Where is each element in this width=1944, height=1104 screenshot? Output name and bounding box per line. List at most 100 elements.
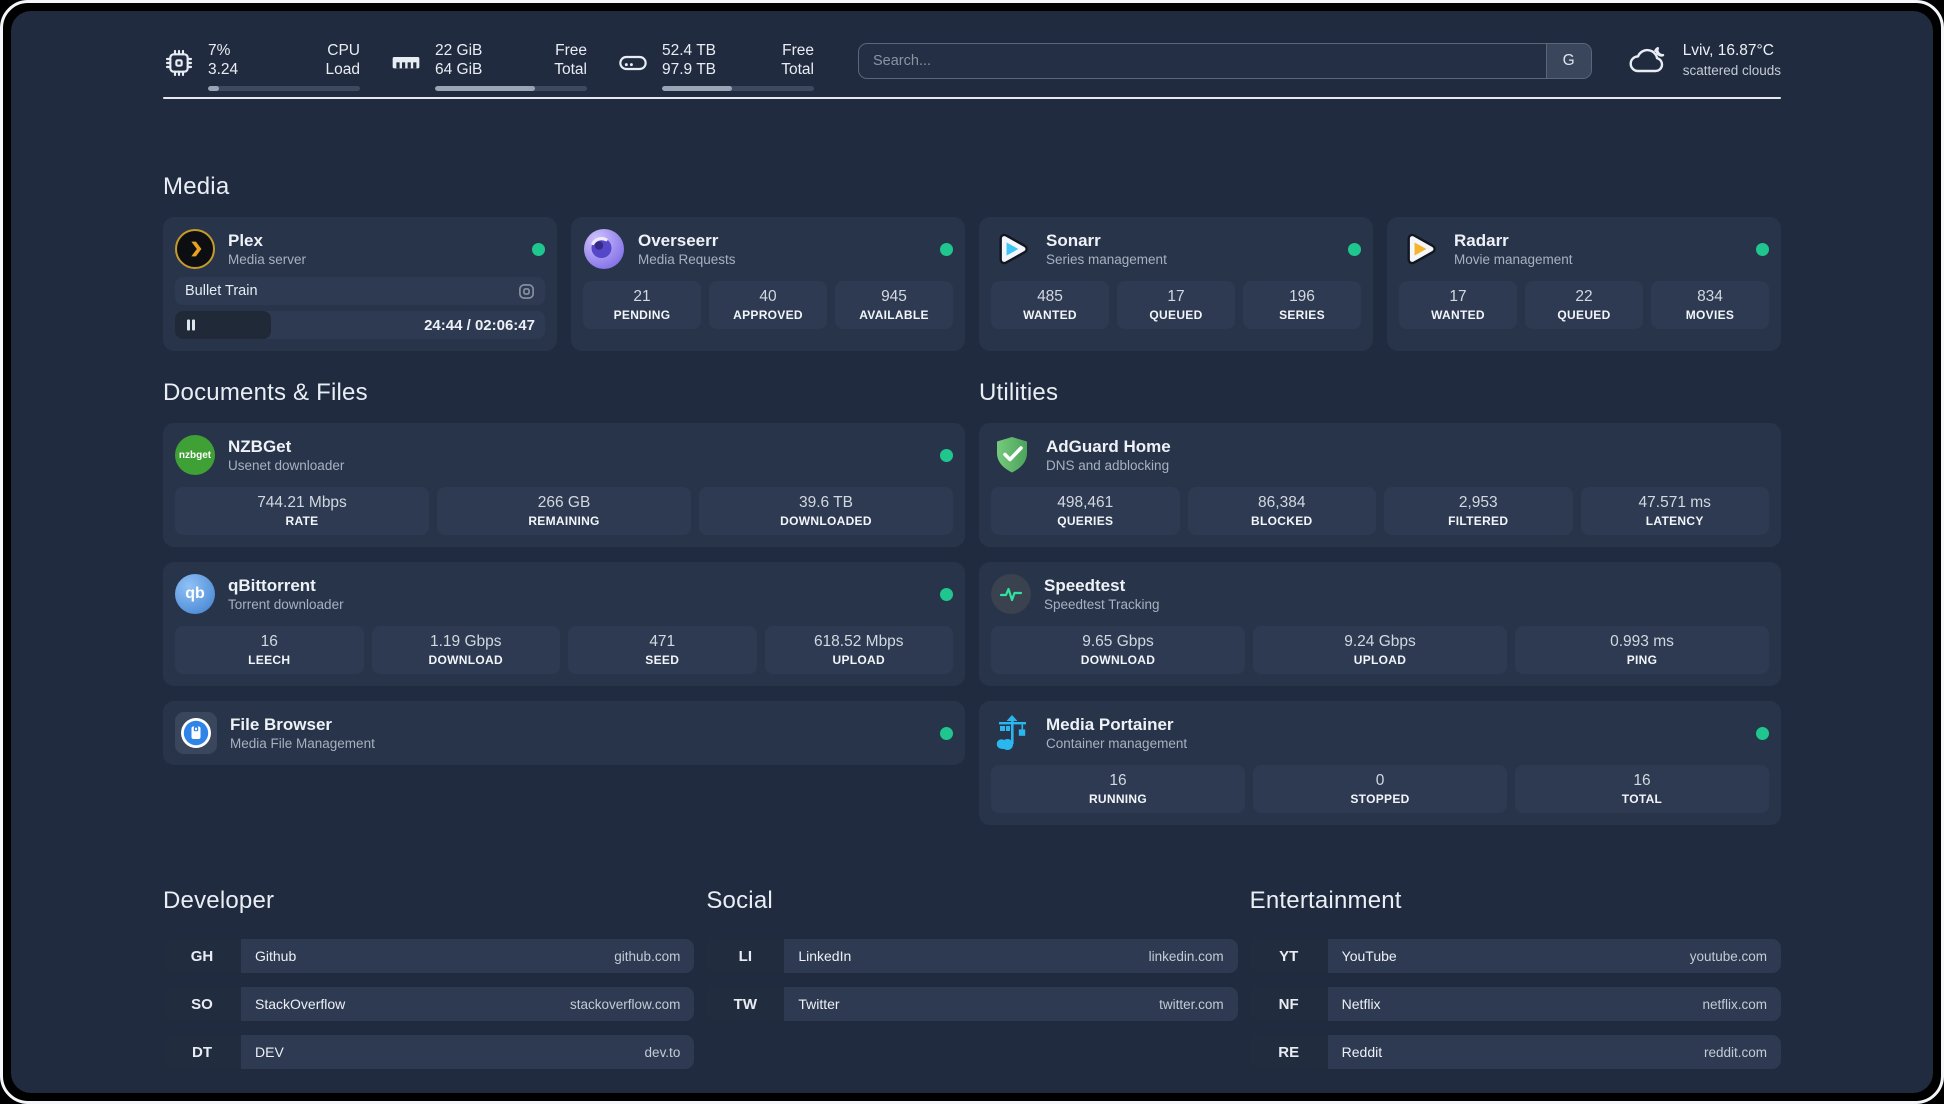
qbittorrent-icon-text: qb <box>185 585 205 602</box>
adguard-card[interactable]: AdGuard Home DNS and adblocking 498,461 … <box>979 423 1781 547</box>
bookmark-domain: github.com <box>614 948 681 964</box>
disk-labels: Free Total <box>781 41 814 80</box>
stat-tile: 0.993 ms PING <box>1515 626 1769 674</box>
memory-total-value: 64 GiB <box>435 61 483 79</box>
stat-tile: 86,384 BLOCKED <box>1187 487 1376 535</box>
stat-value: 16 <box>1633 772 1651 789</box>
stat-tile: 2,953 FILTERED <box>1384 487 1573 535</box>
plex-player-bar[interactable]: 24:44 / 02:06:47 <box>175 311 545 339</box>
stat-label: APPROVED <box>733 308 803 322</box>
app-desc: Media server <box>228 251 307 267</box>
stat-label: AVAILABLE <box>859 308 929 322</box>
stat-tile: 9.65 Gbps DOWNLOAD <box>991 626 1245 674</box>
plex-card[interactable]: Plex Media server Bullet Train 24:44 / 0… <box>163 217 557 351</box>
bookmark-name: YouTube <box>1341 948 1397 964</box>
section-title-utilities: Utilities <box>979 379 1059 406</box>
top-bar: 7% 3.24 CPU Load 22 GiB 64 GiB Free Tota… <box>163 11 1781 97</box>
portainer-card[interactable]: Media Portainer Container management 16 … <box>979 701 1781 825</box>
weather-condition: scattered clouds <box>1682 62 1781 78</box>
app-title: Radarr <box>1454 230 1509 250</box>
google-search-button[interactable]: G <box>1545 44 1591 78</box>
memory-values: 22 GiB 64 GiB <box>435 41 482 80</box>
now-playing-title: Bullet Train <box>185 283 258 299</box>
memory-total-label: Total <box>554 61 587 79</box>
bookmark-dev[interactable]: DT DEV dev.to <box>163 1035 695 1069</box>
disk-progress-fill <box>662 85 732 91</box>
nzbget-card[interactable]: nzbget NZBGet Usenet downloader 744.21 M… <box>163 423 965 547</box>
pause-icon[interactable] <box>185 319 197 331</box>
bookmark-domain: stackoverflow.com <box>570 996 681 1012</box>
search-bar: G <box>858 43 1592 79</box>
cpu-labels: CPU Load <box>326 41 360 80</box>
stat-tile: 498,461 QUERIES <box>991 487 1180 535</box>
overseerr-card[interactable]: Overseerr Media Requests 21 PENDING 40 A… <box>571 217 965 351</box>
overseerr-icon <box>583 228 625 270</box>
stat-value: 22 <box>1575 288 1593 305</box>
speedtest-card[interactable]: Speedtest Speedtest Tracking 9.65 Gbps D… <box>979 562 1781 686</box>
stat-value: 9.65 Gbps <box>1082 633 1154 650</box>
bookmark-name: DEV <box>255 1044 284 1060</box>
stat-tile: 17 WANTED <box>1399 281 1517 329</box>
status-dot <box>940 726 953 740</box>
bookmark-domain: dev.to <box>644 1044 681 1060</box>
stat-label: SERIES <box>1279 308 1325 322</box>
bookmarks-entertainment: Entertainment YT YouTube youtube.com NF … <box>1249 887 1781 1069</box>
weather-location-temp: Lviv, 16.87°C <box>1682 42 1774 59</box>
media-grid: Plex Media server Bullet Train 24:44 / 0… <box>163 217 1781 351</box>
stat-label: MOVIES <box>1685 308 1735 322</box>
memory-widget: 22 GiB 64 GiB Free Total <box>390 41 587 91</box>
stat-label: QUERIES <box>1057 514 1114 528</box>
app-title: File Browser <box>230 714 333 734</box>
bookmark-abbr: RE <box>1249 1035 1328 1069</box>
nzbget-icon: nzbget <box>175 435 215 475</box>
stat-tile: 40 APPROVED <box>709 281 827 329</box>
bookmark-stackoverflow[interactable]: SO StackOverflow stackoverflow.com <box>163 987 695 1021</box>
qbittorrent-card[interactable]: qb qBittorrent Torrent downloader 16 LEE… <box>163 562 965 686</box>
stat-value: 40 <box>759 288 777 305</box>
utilities-column: Utilities AdGuard Home DNS and adblockin… <box>979 379 1781 825</box>
cpu-usage-value: 7% <box>208 42 231 59</box>
stat-value: 39.6 TB <box>798 494 853 511</box>
sonarr-card[interactable]: Sonarr Series management 485 WANTED 17 Q… <box>979 217 1373 351</box>
bookmark-linkedin[interactable]: LI LinkedIn linkedin.com <box>706 939 1238 973</box>
status-dot <box>940 587 953 601</box>
stat-tile: 47.571 ms LATENCY <box>1580 487 1769 535</box>
filebrowser-card[interactable]: File Browser Media File Management <box>163 701 965 765</box>
app-desc: DNS and adblocking <box>1046 457 1170 473</box>
stat-value: 17 <box>1167 288 1185 305</box>
bookmark-name: LinkedIn <box>798 948 852 964</box>
documents-column: Documents & Files nzbget NZBGet Usenet d… <box>163 379 965 765</box>
bookmark-abbr: YT <box>1249 939 1328 973</box>
radarr-card[interactable]: Radarr Movie management 17 WANTED 22 QUE… <box>1387 217 1781 351</box>
cpu-label: CPU <box>327 42 360 59</box>
bookmark-twitter[interactable]: TW Twitter twitter.com <box>706 987 1238 1021</box>
stat-label: SEED <box>645 653 680 667</box>
app-desc: Torrent downloader <box>228 596 344 612</box>
stat-value: 16 <box>1109 772 1127 789</box>
status-dot <box>1756 726 1769 740</box>
bookmark-name: Reddit <box>1341 1044 1383 1060</box>
stat-tile: 9.24 Gbps UPLOAD <box>1253 626 1507 674</box>
stat-value: 0 <box>1375 772 1385 789</box>
disk-values: 52.4 TB 97.9 TB <box>662 41 716 80</box>
bookmark-reddit[interactable]: RE Reddit reddit.com <box>1249 1035 1781 1069</box>
stat-label: RATE <box>285 514 319 528</box>
cpu-progress-track <box>208 85 360 91</box>
stat-value: 9.24 Gbps <box>1344 633 1416 650</box>
disk-icon <box>619 55 647 71</box>
memory-progress-fill <box>435 85 536 91</box>
stat-label: DOWNLOAD <box>428 653 503 667</box>
bookmark-youtube[interactable]: YT YouTube youtube.com <box>1249 939 1781 973</box>
video-icon[interactable] <box>518 283 535 300</box>
bookmark-abbr: GH <box>163 939 241 973</box>
bookmark-domain: reddit.com <box>1703 1044 1767 1060</box>
stat-tile: 834 MOVIES <box>1651 281 1769 329</box>
stat-tile: 485 WANTED <box>991 281 1109 329</box>
app-title: Plex <box>228 230 263 250</box>
bookmark-abbr: SO <box>163 987 241 1021</box>
bookmark-github[interactable]: GH Github github.com <box>163 939 695 973</box>
search-input[interactable] <box>858 43 1592 79</box>
app-title: AdGuard Home <box>1046 436 1171 456</box>
bookmark-netflix[interactable]: NF Netflix netflix.com <box>1249 987 1781 1021</box>
bookmark-abbr: LI <box>706 939 785 973</box>
